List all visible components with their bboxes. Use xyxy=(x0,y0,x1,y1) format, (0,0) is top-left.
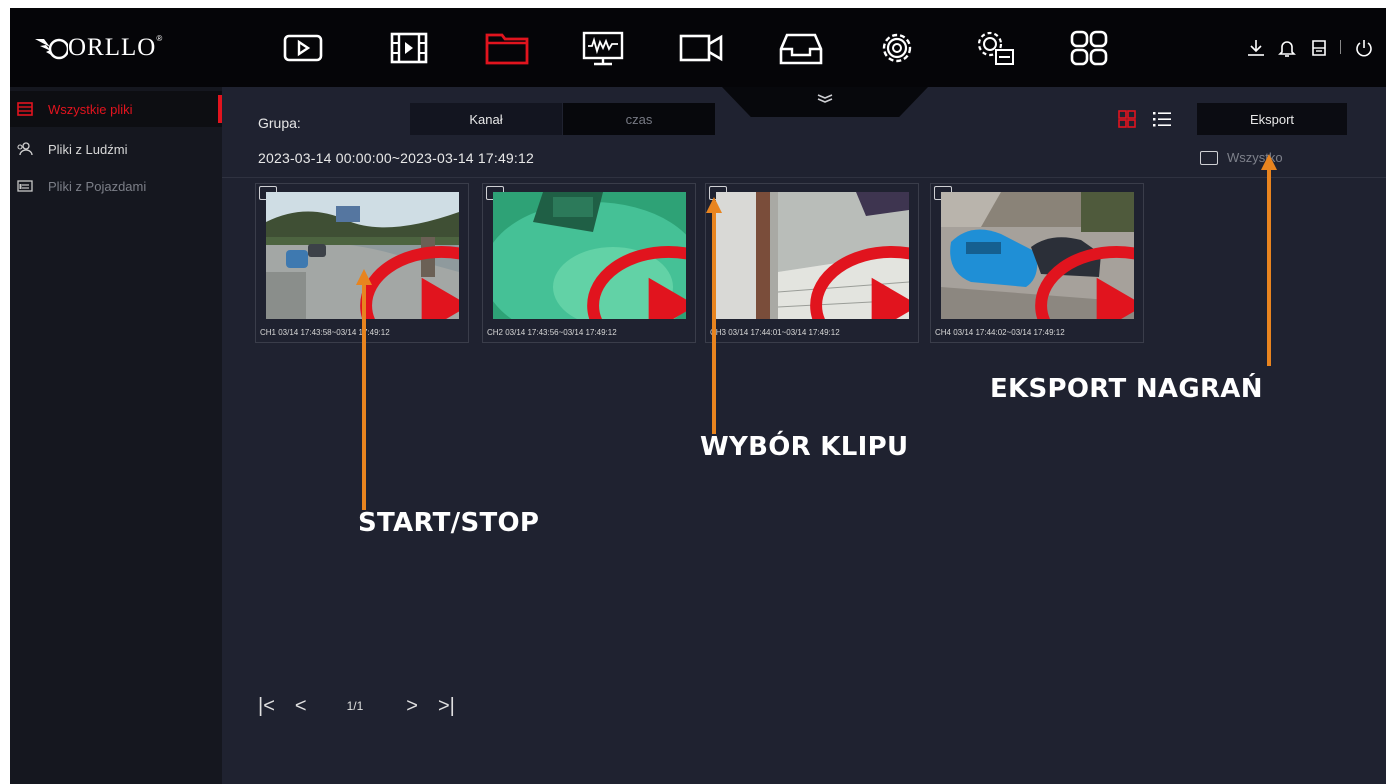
vehicle-icon xyxy=(17,180,33,192)
system-settings-icon[interactable] xyxy=(970,25,1020,71)
group-label: Grupa: xyxy=(258,115,301,131)
sidebar: Wszystkie pliki Pliki z Ludźmi Pliki z P… xyxy=(10,87,222,784)
divider xyxy=(222,177,1386,178)
play-icon[interactable] xyxy=(1020,242,1135,320)
clip-thumbnail[interactable] xyxy=(493,192,686,319)
export-button[interactable]: Eksport xyxy=(1197,103,1347,135)
grid-view-icon[interactable] xyxy=(1118,110,1136,128)
arrow-head xyxy=(356,269,372,285)
apps-icon[interactable] xyxy=(1064,25,1114,71)
clip-caption: CH2 03/14 17:43:56~03/14 17:49:12 xyxy=(487,328,617,337)
all-files-icon xyxy=(17,102,33,116)
hdd-icon[interactable] xyxy=(1307,36,1331,60)
annotation-start-stop: START/STOP xyxy=(358,508,540,538)
top-navigation-bar: ORLLO ® xyxy=(10,8,1386,87)
annotation-arrow-export xyxy=(1267,169,1271,366)
play-icon[interactable] xyxy=(572,242,687,320)
sidebar-item-label: Wszystkie pliki xyxy=(48,101,133,117)
clip-card-ch4[interactable]: CH4 03/14 17:44:02~03/14 17:49:12 xyxy=(930,183,1144,343)
download-icon[interactable] xyxy=(1244,36,1268,60)
first-page-button[interactable]: |< xyxy=(258,695,275,718)
sidebar-item-label: Pliki z Ludźmi xyxy=(48,141,128,157)
orllo-logo: ORLLO ® xyxy=(34,32,162,64)
clip-thumbnail[interactable] xyxy=(941,192,1134,319)
logo-text: ORLLO xyxy=(68,34,157,61)
annotation-arrow-start-stop xyxy=(362,284,366,510)
date-range: 2023-03-14 00:00:00~2023-03-14 17:49:12 xyxy=(258,150,534,166)
double-chevron-down-icon xyxy=(817,94,833,103)
bell-icon[interactable] xyxy=(1275,36,1299,60)
play-icon[interactable] xyxy=(795,242,910,320)
people-icon xyxy=(17,142,33,156)
files-icon[interactable] xyxy=(482,25,532,71)
tab-time[interactable]: czas xyxy=(563,103,715,135)
clip-caption: CH1 03/14 17:43:58~03/14 17:49:12 xyxy=(260,328,390,337)
clip-icon[interactable] xyxy=(384,25,434,71)
playback-icon[interactable] xyxy=(278,25,328,71)
clip-thumbnail[interactable] xyxy=(716,192,909,319)
inbox-icon[interactable] xyxy=(776,25,826,71)
power-icon[interactable] xyxy=(1352,36,1376,60)
clip-card-ch2[interactable]: CH2 03/14 17:43:56~03/14 17:49:12 xyxy=(482,183,696,343)
annotation-export: EKSPORT NAGRAŃ xyxy=(990,374,1263,404)
checkbox[interactable] xyxy=(1200,150,1218,165)
sidebar-item-people-files[interactable]: Pliki z Ludźmi xyxy=(10,131,222,167)
clip-caption: CH3 03/14 17:44:01~03/14 17:49:12 xyxy=(710,328,840,337)
page-indicator: 1/1 xyxy=(346,699,364,713)
prev-page-button[interactable]: < xyxy=(295,695,307,718)
settings-icon[interactable] xyxy=(872,25,922,71)
monitor-icon[interactable] xyxy=(578,25,628,71)
sidebar-item-vehicle-files[interactable]: Pliki z Pojazdami xyxy=(10,168,222,204)
tab-channel[interactable]: Kanał xyxy=(410,103,562,135)
annotation-arrow-clip-select xyxy=(712,212,716,434)
wings-logo-icon xyxy=(35,38,68,60)
camera-icon[interactable] xyxy=(676,25,726,71)
sidebar-item-all-files[interactable]: Wszystkie pliki xyxy=(10,91,222,127)
topbar-separator xyxy=(1340,40,1341,54)
list-view-icon[interactable] xyxy=(1152,110,1172,128)
sidebar-item-label: Pliki z Pojazdami xyxy=(48,178,147,194)
collapse-tab[interactable] xyxy=(722,87,928,117)
next-page-button[interactable]: > xyxy=(406,695,418,718)
arrow-head xyxy=(1261,154,1277,170)
logo-trademark: ® xyxy=(156,34,163,43)
annotation-clip-select: WYBÓR KLIPU xyxy=(700,432,909,462)
last-page-button[interactable]: >| xyxy=(438,695,455,718)
arrow-head xyxy=(706,197,722,213)
clip-caption: CH4 03/14 17:44:02~03/14 17:49:12 xyxy=(935,328,1065,337)
clip-card-ch3[interactable]: CH3 03/14 17:44:01~03/14 17:49:12 xyxy=(705,183,919,343)
pagination: |< < 1/1 > >| xyxy=(258,694,455,718)
